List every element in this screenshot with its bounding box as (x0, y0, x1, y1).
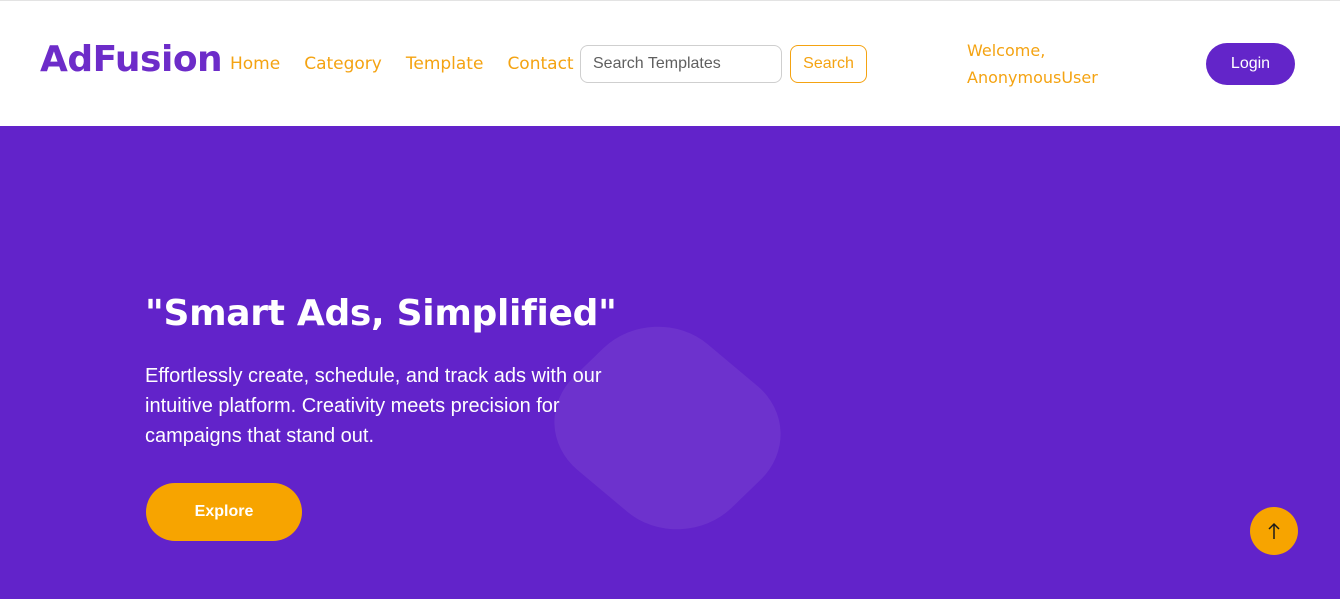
logo[interactable]: AdFusion (40, 37, 223, 83)
site-header: AdFusion Home Category Template Contact … (0, 0, 1340, 126)
page: AdFusion Home Category Template Contact … (0, 0, 1340, 599)
scroll-to-top-button[interactable] (1250, 507, 1298, 555)
explore-button[interactable]: Explore (146, 483, 302, 541)
welcome-message: Welcome, AnonymousUser (967, 37, 1137, 91)
hero-title: "Smart Ads, Simplified" (145, 293, 617, 334)
hero-section: "Smart Ads, Simplified" Effortlessly cre… (0, 126, 1340, 599)
hero-description: Effortlessly create, schedule, and track… (145, 365, 602, 447)
login-button[interactable]: Login (1206, 43, 1295, 85)
nav-link-template[interactable]: Template (406, 51, 484, 77)
welcome-greeting: Welcome, (967, 41, 1046, 60)
nav-link-category[interactable]: Category (304, 51, 382, 77)
search-button[interactable]: Search (790, 45, 867, 83)
welcome-username: AnonymousUser (967, 68, 1098, 87)
nav-link-contact[interactable]: Contact (507, 51, 573, 77)
nav-link-home[interactable]: Home (230, 51, 280, 77)
search-input[interactable] (580, 45, 782, 83)
main-nav: Home Category Template Contact (230, 51, 598, 77)
arrow-up-icon (1267, 522, 1281, 540)
